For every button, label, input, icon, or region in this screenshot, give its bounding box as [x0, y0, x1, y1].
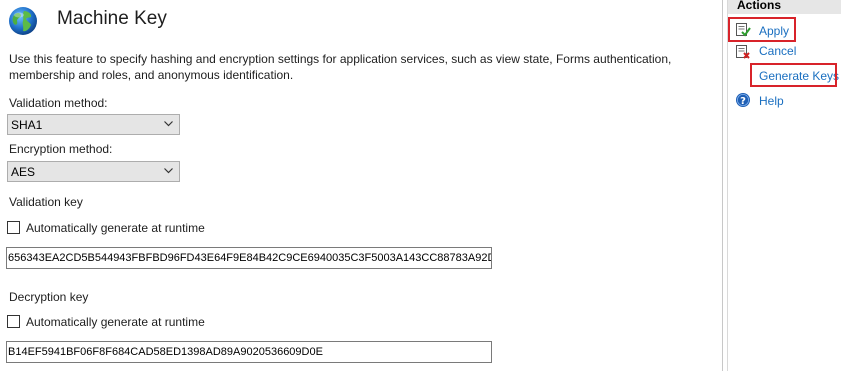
cancel-link[interactable]: Cancel	[759, 44, 796, 58]
decryption-key-auto-generate-label: Automatically generate at runtime	[26, 315, 205, 329]
validation-method-select[interactable]: SHA1	[7, 114, 180, 135]
decryption-key-auto-generate-checkbox[interactable]	[7, 315, 20, 328]
cancel-icon[interactable]	[735, 44, 751, 60]
generate-keys-highlight-box	[750, 63, 837, 87]
validation-method-value: SHA1	[11, 118, 43, 132]
page-description: Use this feature to specify hashing and …	[9, 52, 672, 82]
main-panel: Machine Key Use this feature to specify …	[0, 0, 722, 371]
validation-key-input[interactable]: 656343EA2CD5B544943FBFBD96FD43E64F9E84B4…	[6, 247, 492, 269]
machine-key-window: Machine Key Use this feature to specify …	[0, 0, 841, 371]
validation-key-label: Validation key	[9, 195, 83, 209]
page-title: Machine Key	[57, 8, 167, 29]
chevron-down-icon	[164, 121, 173, 127]
actions-header: Actions	[728, 0, 841, 14]
help-icon[interactable]: ?	[735, 92, 751, 108]
encryption-method-label: Encryption method:	[9, 142, 113, 156]
decryption-key-label: Decryption key	[9, 290, 89, 304]
validation-key-auto-generate[interactable]: Automatically generate at runtime	[7, 221, 227, 235]
decryption-key-auto-generate[interactable]: Automatically generate at runtime	[7, 315, 227, 329]
panel-divider	[722, 0, 723, 371]
svg-text:?: ?	[740, 96, 746, 107]
actions-pane: Actions Apply Cancel Generate Keys ? Hel…	[728, 0, 841, 371]
encryption-method-select[interactable]: AES	[7, 161, 180, 182]
validation-key-auto-generate-checkbox[interactable]	[7, 221, 20, 234]
validation-key-auto-generate-label: Automatically generate at runtime	[26, 221, 205, 235]
apply-highlight-box	[728, 17, 796, 42]
help-link[interactable]: Help	[759, 94, 784, 108]
decryption-key-input[interactable]: B14EF5941BF06F8F684CAD58ED1398AD89A90205…	[6, 341, 492, 363]
encryption-method-value: AES	[11, 165, 36, 179]
chevron-down-icon	[164, 168, 173, 174]
validation-method-label: Validation method:	[9, 96, 108, 110]
globe-icon	[9, 7, 37, 35]
